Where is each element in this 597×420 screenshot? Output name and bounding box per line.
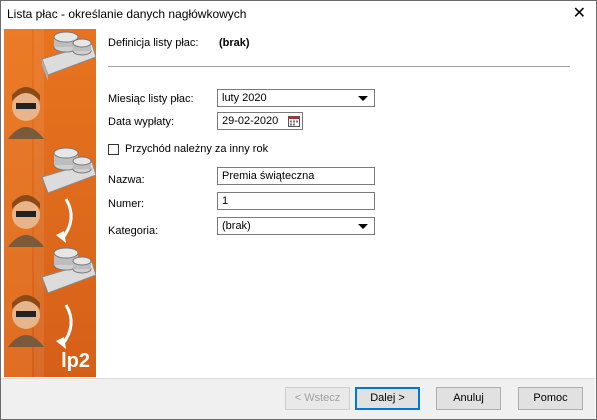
payment-date-value: 29-02-2020 bbox=[222, 115, 279, 127]
server-stack-icon bbox=[41, 147, 96, 194]
payment-date-field[interactable]: 29-02-2020 bbox=[217, 112, 303, 130]
sidebar-illustration bbox=[4, 29, 96, 377]
other-year-checkbox[interactable] bbox=[108, 144, 119, 155]
button-bar: < Wstecz Dalej > Anuluj Pomoc bbox=[1, 378, 595, 419]
payment-date-label: Data wypłaty: bbox=[108, 116, 175, 128]
month-label: Miesiąc listy płac: bbox=[108, 93, 194, 105]
back-button[interactable]: < Wstecz bbox=[285, 387, 350, 410]
window-title: Lista płac - określanie danych nagłówkow… bbox=[7, 7, 247, 21]
month-dropdown[interactable]: luty 2020 bbox=[217, 89, 375, 107]
number-value: 1 bbox=[222, 195, 229, 207]
curved-arrow-icon bbox=[56, 198, 73, 243]
next-button[interactable]: Dalej > bbox=[355, 387, 420, 410]
chevron-down-icon bbox=[358, 224, 368, 229]
definition-value: (brak) bbox=[219, 37, 250, 49]
curved-arrow-icon bbox=[56, 304, 73, 349]
month-value: luty 2020 bbox=[222, 92, 267, 104]
separator-line bbox=[108, 66, 570, 67]
chevron-down-icon bbox=[358, 96, 368, 101]
name-value: Premia świąteczna bbox=[222, 170, 315, 182]
app-logo: lp2 bbox=[61, 350, 90, 372]
name-label: Nazwa: bbox=[108, 174, 145, 186]
definition-label: Definicja listy płac: bbox=[108, 37, 199, 49]
cancel-button[interactable]: Anuluj bbox=[436, 387, 501, 410]
close-icon[interactable]: ✕ bbox=[573, 4, 586, 24]
help-button[interactable]: Pomoc bbox=[518, 387, 583, 410]
other-year-label[interactable]: Przychód należny za inny rok bbox=[125, 143, 268, 155]
number-label: Numer: bbox=[108, 198, 145, 210]
category-value: (brak) bbox=[222, 220, 251, 232]
number-field[interactable]: 1 bbox=[217, 192, 375, 210]
category-dropdown[interactable]: (brak) bbox=[217, 217, 375, 235]
name-field[interactable]: Premia świąteczna bbox=[217, 167, 375, 185]
server-stack-icon bbox=[41, 247, 96, 294]
wizard-sidebar-graphic: lp2 bbox=[4, 29, 96, 377]
title-bar: Lista płac - określanie danych nagłówkow… bbox=[1, 1, 596, 29]
server-stack-icon bbox=[41, 31, 96, 81]
calendar-icon[interactable] bbox=[288, 115, 300, 127]
category-label: Kategoria: bbox=[108, 225, 159, 237]
